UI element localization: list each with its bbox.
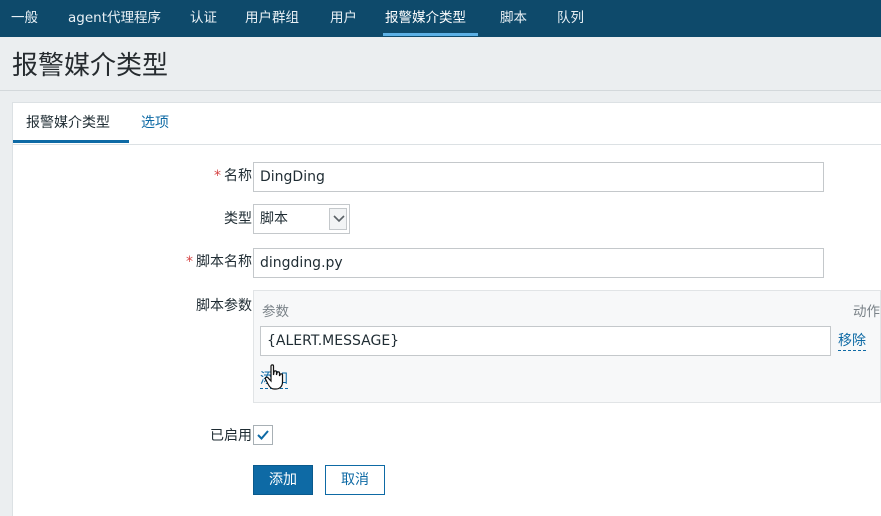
name-label: * 名称 [214, 168, 252, 184]
tab-divider [13, 144, 881, 145]
top-navigation: 一般 agent代理程序 认证 用户群组 用户 报警媒介类型 脚本 队列 [0, 0, 881, 37]
required-marker: * [214, 168, 221, 184]
cancel-button[interactable]: 取消 [325, 465, 385, 495]
page-title: 报警媒介类型 [12, 51, 169, 81]
nav-item-authentication[interactable]: 认证 [190, 0, 217, 37]
nav-item-user-groups[interactable]: 用户群组 [245, 0, 299, 37]
script-name-input[interactable] [253, 248, 824, 278]
add-button[interactable]: 添加 [253, 465, 313, 495]
type-select-value: 脚本 [260, 211, 288, 227]
chevron-down-icon [329, 208, 347, 230]
type-select[interactable]: 脚本 [253, 204, 350, 234]
nav-item-media-types[interactable]: 报警媒介类型 [385, 0, 466, 37]
params-header-action: 动作 [853, 304, 880, 320]
nav-item-queue[interactable]: 队列 [557, 0, 584, 37]
nav-item-general[interactable]: 一般 [11, 0, 38, 37]
param-input[interactable] [260, 326, 831, 356]
tab-media-type[interactable]: 报警媒介类型 [13, 103, 129, 143]
enabled-label: 已启用 [210, 428, 252, 444]
params-header-parameter: 参数 [262, 304, 289, 320]
form-card: 报警媒介类型 选项 *名称 类型 脚本 *脚本名称 脚本参数 参数 动作 移除 … [12, 102, 881, 516]
nav-item-agent-proxy[interactable]: agent代理程序 [68, 0, 161, 37]
script-name-label: * 脚本名称 [186, 254, 252, 270]
checkmark-icon [257, 430, 269, 440]
script-params-table: 参数 动作 移除 添加 [253, 290, 881, 403]
title-divider [0, 90, 881, 91]
nav-active-indicator [383, 33, 478, 36]
required-marker: * [186, 254, 193, 270]
nav-item-users[interactable]: 用户 [330, 0, 357, 37]
script-params-label: 脚本参数 [196, 298, 252, 314]
enabled-checkbox[interactable] [253, 425, 273, 445]
name-input[interactable] [253, 162, 824, 192]
tab-options[interactable]: 选项 [141, 103, 169, 143]
hand-pointer-icon [264, 364, 284, 390]
nav-item-scripts[interactable]: 脚本 [500, 0, 527, 37]
remove-param-link[interactable]: 移除 [838, 332, 866, 351]
type-label: 类型 [224, 211, 252, 227]
